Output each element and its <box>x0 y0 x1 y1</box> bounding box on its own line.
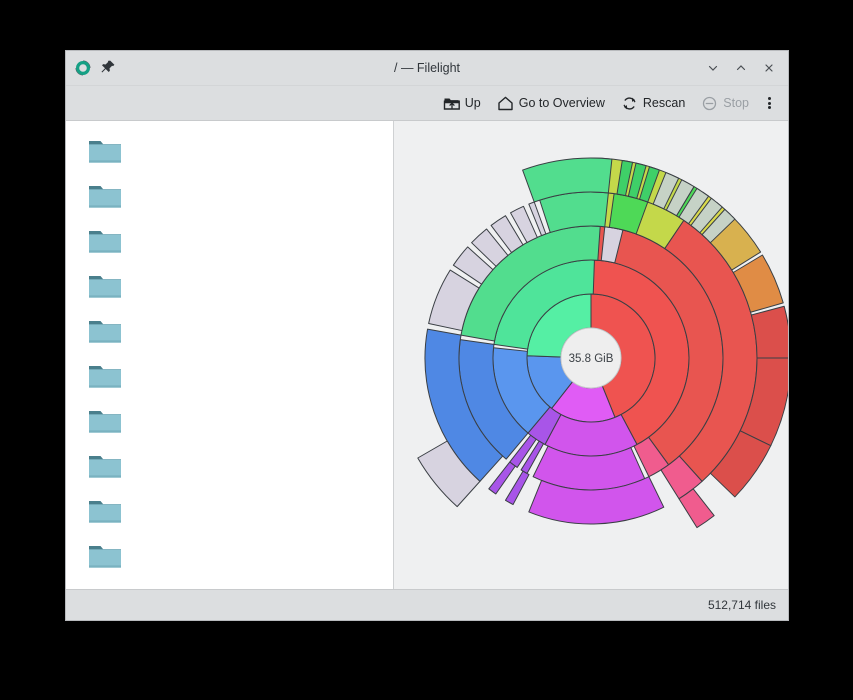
minimize-button[interactable] <box>700 55 726 81</box>
go-to-overview-button[interactable]: Go to Overview <box>490 90 612 116</box>
toolbar: Up Go to Overview Rescan Stop <box>66 86 788 121</box>
folder-icon <box>88 453 122 480</box>
status-bar: 512,714 files <box>66 589 788 620</box>
maximize-button[interactable] <box>728 55 754 81</box>
stop-circle-icon <box>701 95 718 112</box>
list-item[interactable] <box>66 309 393 354</box>
list-item[interactable] <box>66 354 393 399</box>
folder-icon <box>88 498 122 525</box>
list-item[interactable] <box>66 174 393 219</box>
rescan-label: Rescan <box>642 96 686 110</box>
folder-up-icon <box>443 95 460 112</box>
sunburst-chart[interactable]: 35.8 GiB <box>394 121 788 589</box>
stop-button[interactable]: Stop <box>694 90 756 116</box>
folder-icon <box>88 138 122 165</box>
list-item[interactable] <box>66 264 393 309</box>
folder-icon <box>88 318 122 345</box>
home-icon <box>497 95 514 112</box>
filelight-window: / — Filelight Up Go to Overview Rescan S… <box>65 50 789 621</box>
close-button[interactable] <box>756 55 782 81</box>
kebab-menu-icon[interactable] <box>758 90 780 116</box>
folder-icon <box>88 408 122 435</box>
folder-icon <box>88 228 122 255</box>
titlebar: / — Filelight <box>66 51 788 86</box>
sunburst-segment[interactable] <box>505 470 530 506</box>
list-item[interactable] <box>66 444 393 489</box>
filelight-icon[interactable] <box>74 59 92 77</box>
folder-list <box>66 121 394 589</box>
go-to-overview-label: Go to Overview <box>518 96 605 110</box>
titlebar-left-icons <box>66 59 118 77</box>
pin-icon[interactable] <box>100 59 118 77</box>
refresh-icon <box>621 95 638 112</box>
list-item[interactable] <box>66 219 393 264</box>
sunburst-center-label: 35.8 GiB <box>569 353 614 365</box>
file-count-label: 512,714 files <box>707 598 776 612</box>
list-item[interactable] <box>66 399 393 444</box>
folder-icon <box>88 363 122 390</box>
stop-label: Stop <box>723 96 749 110</box>
sunburst-segment[interactable] <box>539 191 609 233</box>
up-button-label: Up <box>464 96 481 110</box>
main-body: 35.8 GiB <box>66 121 788 589</box>
list-item[interactable] <box>66 534 393 579</box>
folder-icon <box>88 543 122 570</box>
rescan-button[interactable]: Rescan <box>614 90 692 116</box>
window-title: / — Filelight <box>394 61 460 75</box>
list-item[interactable] <box>66 489 393 534</box>
up-button[interactable]: Up <box>436 90 488 116</box>
window-controls <box>700 55 788 81</box>
list-item[interactable] <box>66 129 393 174</box>
folder-icon <box>88 273 122 300</box>
folder-icon <box>88 183 122 210</box>
sunburst-segment[interactable] <box>750 305 788 359</box>
